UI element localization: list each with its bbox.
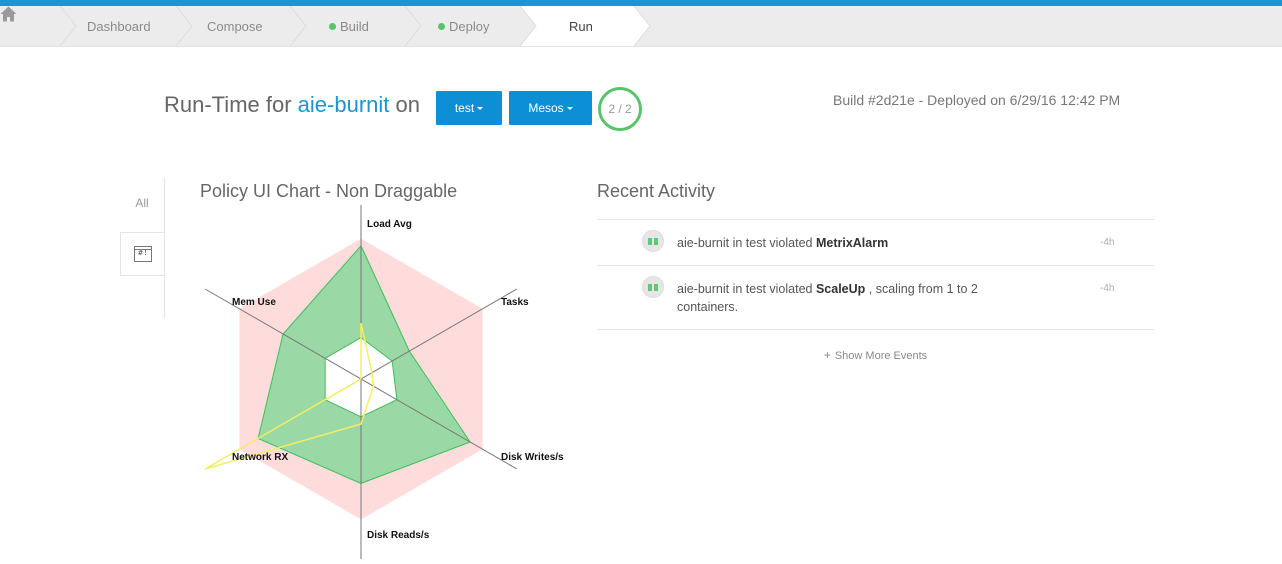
recent-activity-title: Recent Activity — [597, 181, 716, 201]
alarm-name[interactable]: ScaleUp — [816, 282, 865, 296]
activity-item: aie-burnit in test violated MetrixAlarm … — [597, 219, 1154, 265]
activity-text: aie-burnit in test violated ScaleUp , sc… — [677, 282, 978, 314]
show-more-label: Show More Events — [834, 350, 928, 362]
activity-time: -4h — [1100, 237, 1115, 248]
alarm-name[interactable]: MetrixAlarm — [816, 236, 888, 250]
policy-radar-chart — [204, 205, 518, 559]
axis-label-load-avg: Load Avg — [367, 219, 412, 230]
breadcrumb-chevrons — [59, 6, 651, 46]
breadcrumb-deploy-label: Deploy — [449, 19, 490, 34]
activity-item: aie-burnit in test violated ScaleUp , sc… — [597, 265, 1154, 329]
breadcrumb-build-label: Build — [340, 19, 369, 34]
axis-label-network-rx: Network RX — [232, 452, 289, 463]
breadcrumb-run[interactable]: Run — [569, 19, 593, 34]
axis-label-mem-use: Mem Use — [232, 297, 276, 308]
environment-label: test — [454, 101, 475, 115]
home-icon[interactable] — [0, 6, 17, 22]
tab-all[interactable]: All — [120, 196, 164, 210]
environment-dropdown-button[interactable]: test — [436, 91, 502, 125]
tab-alarms[interactable]: #! — [120, 232, 164, 276]
caret-down-icon — [477, 107, 484, 110]
page-title: Run-Time for aie-burnit on — [164, 92, 420, 118]
container-icon — [642, 230, 664, 252]
show-more-events-button[interactable]: + Show More Events — [597, 348, 1154, 362]
breadcrumb-deploy[interactable]: Deploy — [438, 19, 489, 34]
chart-side-tabs: All #! — [120, 178, 165, 318]
activity-text: aie-burnit in test violated MetrixAlarm — [677, 236, 889, 250]
activity-feed: aie-burnit in test violated MetrixAlarm … — [597, 219, 1154, 330]
breadcrumb-compose[interactable]: Compose — [207, 19, 263, 34]
app-name: aie-burnit — [297, 92, 390, 117]
scheduler-dropdown-button[interactable]: Mesos — [509, 91, 592, 125]
chart-title: Policy UI Chart - Non Draggable — [200, 181, 458, 201]
caret-down-icon — [566, 107, 573, 110]
breadcrumb: Dashboard Compose Build Deploy Run — [0, 6, 1282, 47]
breadcrumb-build[interactable]: Build — [329, 19, 369, 34]
build-status-dot — [329, 23, 336, 30]
axis-label-disk-writes: Disk Writes/s — [501, 452, 564, 463]
title-prefix: Run-Time for — [164, 92, 292, 117]
deploy-status-dot — [438, 23, 445, 30]
feed-divider — [597, 329, 1154, 330]
plus-icon: + — [823, 348, 831, 362]
instance-count-badge: 2 / 2 — [598, 87, 642, 131]
alarm-window-icon: #! — [134, 246, 152, 262]
build-info: Build #2d21e - Deployed on 6/29/16 12:42… — [833, 92, 1121, 108]
axis-label-disk-reads: Disk Reads/s — [367, 530, 430, 541]
container-icon — [642, 276, 664, 298]
title-on: on — [395, 92, 420, 117]
axis-label-tasks: Tasks — [501, 297, 529, 308]
activity-time: -4h — [1100, 283, 1115, 294]
breadcrumb-dashboard[interactable]: Dashboard — [87, 19, 151, 34]
scheduler-label: Mesos — [528, 101, 564, 115]
